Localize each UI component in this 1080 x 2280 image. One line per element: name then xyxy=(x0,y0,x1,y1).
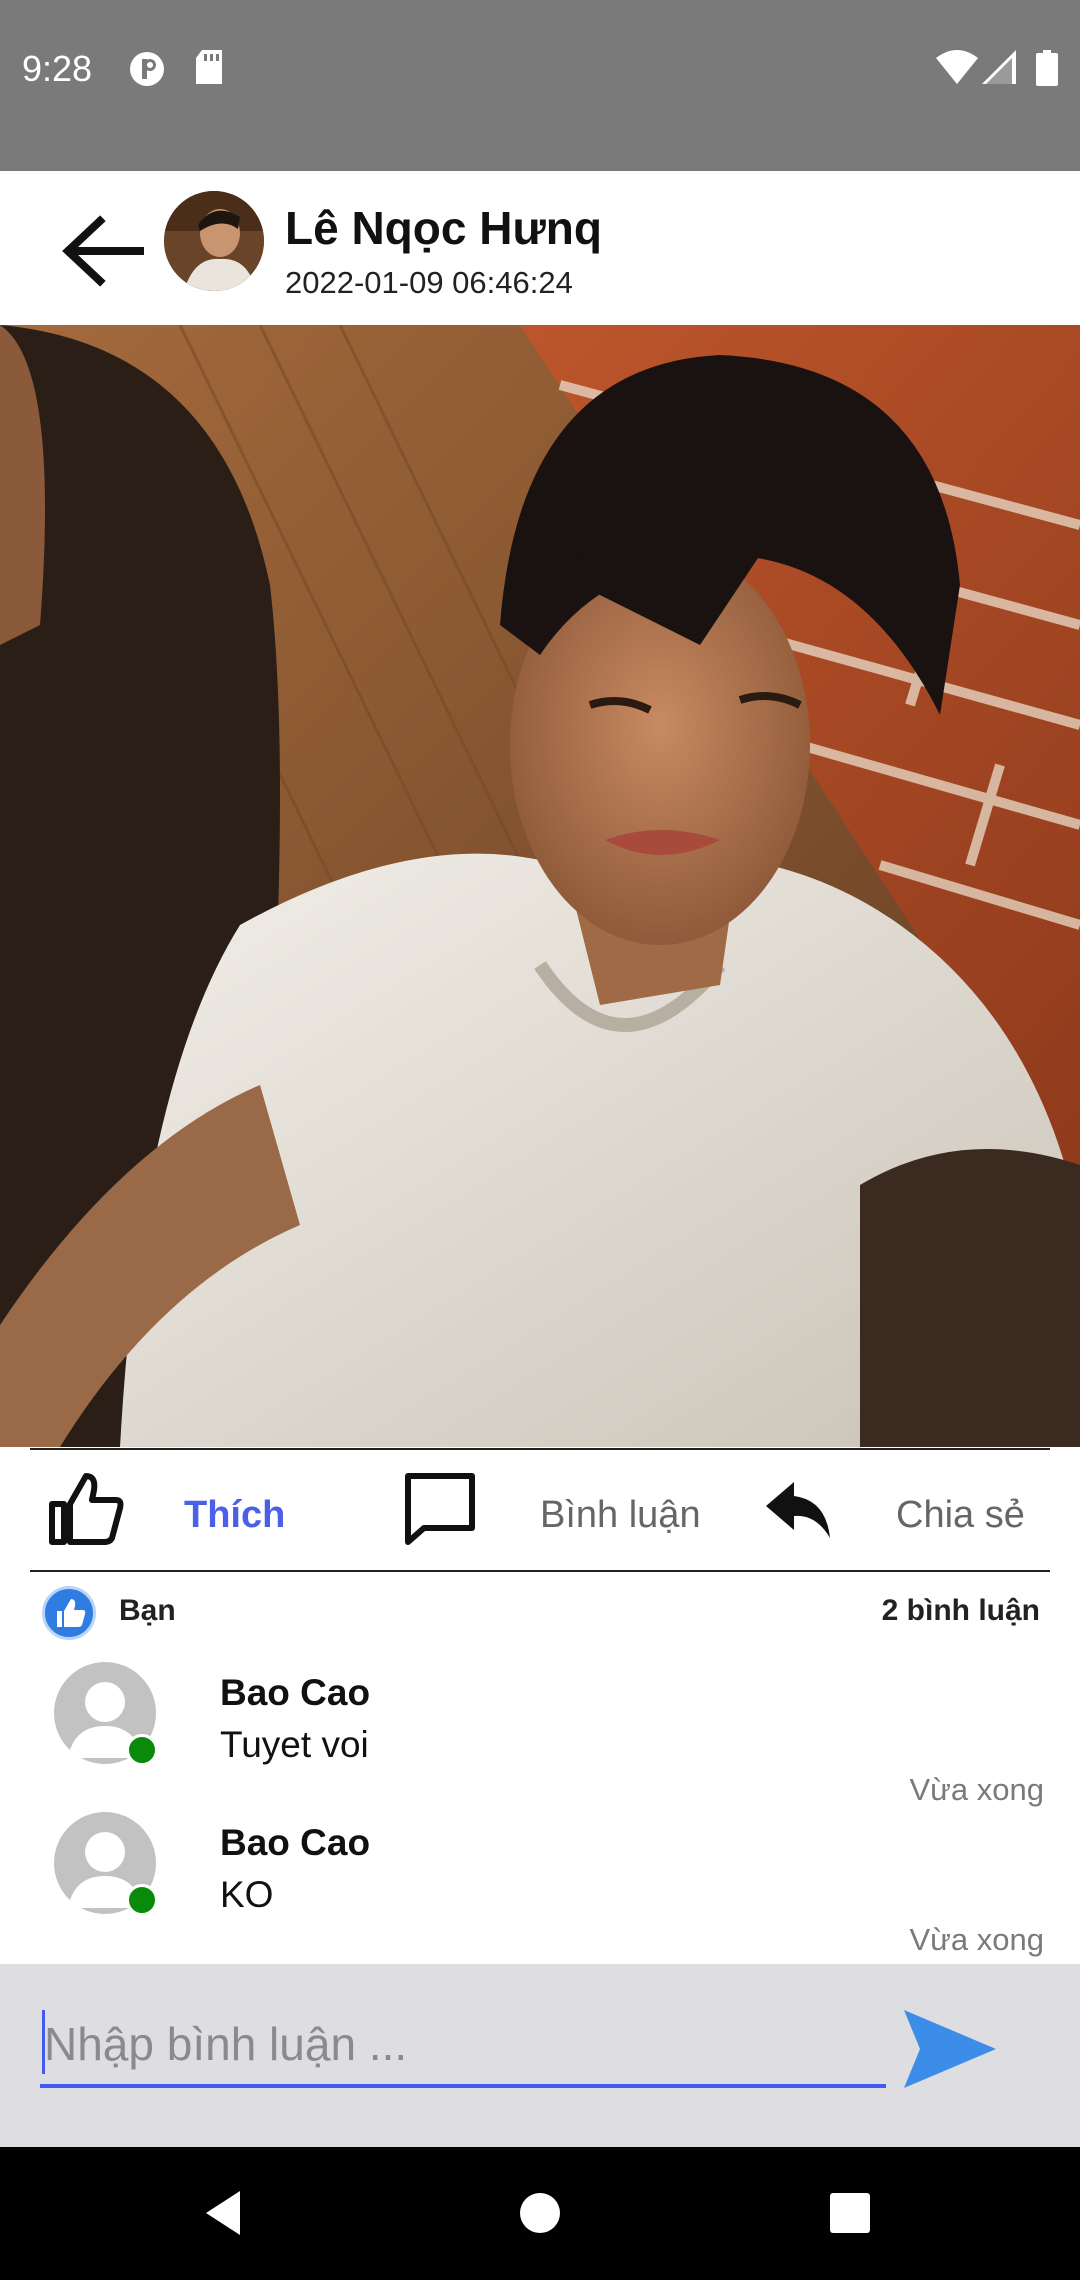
like-label[interactable]: Thích xyxy=(184,1494,285,1537)
comment-time: Vừa xong xyxy=(909,1772,1044,1807)
comment-text: Tuyet voi xyxy=(220,1724,369,1765)
post-photo[interactable] xyxy=(0,325,1080,1447)
signal-icon xyxy=(982,50,1016,89)
nav-back-icon xyxy=(206,2191,240,2235)
nav-home-icon xyxy=(520,2193,560,2233)
reply-arrow-icon xyxy=(766,1482,830,1538)
reaction-you-label[interactable]: Bạn xyxy=(119,1594,176,1628)
commenter-name[interactable]: Bao Cao xyxy=(220,1672,370,1714)
text-cursor xyxy=(42,2010,45,2074)
nav-recents-button[interactable] xyxy=(820,2183,880,2243)
wifi-icon xyxy=(936,50,978,89)
avatar[interactable] xyxy=(164,191,264,291)
post-timestamp: 2022-01-09 06:46:24 xyxy=(285,265,573,300)
status-bar: 9:28 xyxy=(0,0,1080,171)
system-nav-bar xyxy=(0,2147,1080,2280)
divider-bottom xyxy=(30,1570,1050,1572)
comment-time: Vừa xong xyxy=(909,1922,1044,1957)
comment-text: KO xyxy=(220,1874,274,1915)
comment-item: Bao Cao KO Vừa xong xyxy=(0,1812,1080,1962)
nav-back-button[interactable] xyxy=(196,2183,256,2243)
back-button[interactable] xyxy=(60,211,148,291)
nav-recents-icon xyxy=(830,2193,870,2233)
comment-input[interactable] xyxy=(40,2004,886,2088)
comment-item: Bao Cao Tuyet voi Vừa xong xyxy=(0,1662,1080,1812)
online-status-dot xyxy=(126,1884,158,1916)
comment-input-bar xyxy=(0,1964,1080,2147)
user-name[interactable]: Lê Nqọc Hưnq xyxy=(285,201,602,255)
divider-top xyxy=(30,1448,1050,1450)
commenter-name[interactable]: Bao Cao xyxy=(220,1822,370,1864)
like-reaction-icon xyxy=(42,1586,96,1640)
arrow-left-icon xyxy=(62,215,144,287)
send-icon xyxy=(904,2010,996,2088)
comment-count[interactable]: 2 bình luận xyxy=(882,1594,1040,1628)
send-button[interactable] xyxy=(900,2004,1000,2094)
thumbs-up-icon xyxy=(49,1473,124,1545)
online-status-dot xyxy=(126,1734,158,1766)
share-label[interactable]: Chia sẻ xyxy=(896,1494,1025,1537)
post-header: Lê Nqọc Hưnq 2022-01-09 06:46:24 xyxy=(0,171,1080,325)
comment-label[interactable]: Bình luận xyxy=(540,1494,701,1537)
sd-card-icon xyxy=(194,50,224,91)
comment-bubble-icon xyxy=(405,1473,475,1545)
nav-home-button[interactable] xyxy=(510,2183,570,2243)
app-notification-icon xyxy=(128,50,166,93)
status-time: 9:28 xyxy=(22,48,93,89)
battery-icon xyxy=(1036,50,1058,91)
